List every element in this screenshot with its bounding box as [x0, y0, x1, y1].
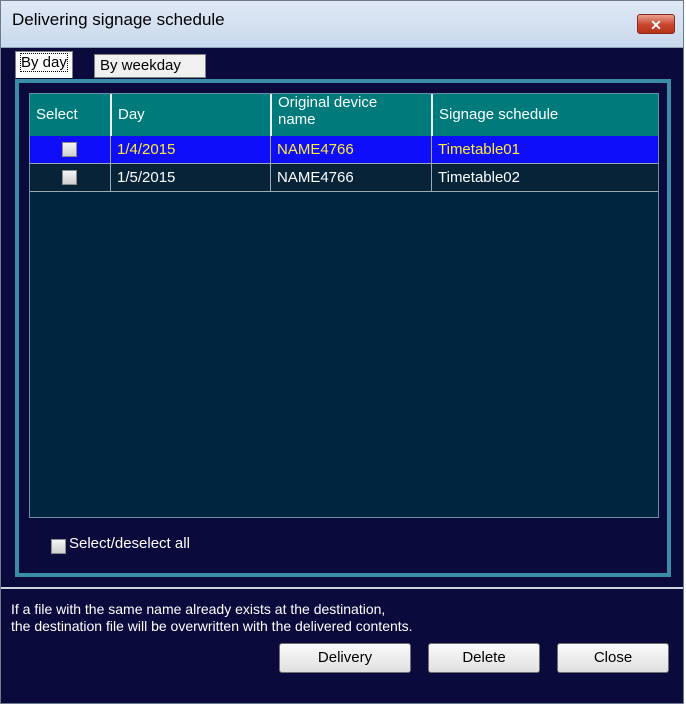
select-cell: [30, 164, 110, 191]
select-all-label[interactable]: Select/deselect all: [69, 535, 190, 552]
tab-by-day[interactable]: By day: [15, 51, 73, 78]
row-checkbox[interactable]: [62, 142, 77, 157]
column-header-day-label: Day: [118, 106, 145, 123]
overwrite-note: If a file with the same name already exi…: [11, 601, 413, 635]
delete-button[interactable]: Delete: [428, 643, 540, 673]
tab-by-day-label: By day: [20, 53, 68, 72]
grid-header: Select Day Original device name Signage …: [30, 94, 658, 137]
tab-by-weekday[interactable]: By weekday: [94, 54, 206, 78]
row-checkbox[interactable]: [62, 170, 77, 185]
signage-schedule-cell: Timetable02: [431, 164, 660, 191]
tab-panel: Select Day Original device name Signage …: [15, 79, 671, 577]
delivery-button[interactable]: Delivery: [279, 643, 411, 673]
divider: [1, 587, 683, 589]
select-cell: [30, 136, 110, 163]
column-header-select[interactable]: Select: [30, 94, 110, 136]
note-line-2: the destination file will be overwritten…: [11, 618, 413, 634]
table-row[interactable]: 1/5/2015 NAME4766 Timetable02: [30, 164, 658, 192]
close-window-button[interactable]: ✕: [637, 14, 675, 34]
column-header-device-name[interactable]: Original device name: [270, 94, 431, 136]
table-row[interactable]: 1/4/2015 NAME4766 Timetable01: [30, 136, 658, 164]
tab-by-weekday-label: By weekday: [100, 57, 181, 74]
signage-schedule-cell: Timetable01: [431, 136, 660, 163]
day-cell: 1/4/2015: [110, 136, 270, 163]
tab-strip: By day By weekday: [1, 48, 683, 79]
dialog-window: Delivering signage schedule ✕ By day By …: [0, 0, 684, 704]
schedule-grid: Select Day Original device name Signage …: [29, 93, 659, 518]
note-line-1: If a file with the same name already exi…: [11, 601, 386, 617]
close-button[interactable]: Close: [557, 643, 669, 673]
column-header-day[interactable]: Day: [110, 94, 270, 136]
select-all-bar: Select/deselect all: [29, 518, 659, 570]
column-header-signage-schedule[interactable]: Signage schedule: [431, 94, 660, 136]
column-header-signage-schedule-label: Signage schedule: [439, 106, 559, 123]
column-header-device-name-label: Original device name: [278, 94, 378, 128]
title-bar: Delivering signage schedule ✕: [1, 1, 683, 48]
select-all-checkbox[interactable]: [51, 539, 66, 554]
column-header-select-label: Select: [36, 106, 78, 123]
device-name-cell: NAME4766: [270, 164, 431, 191]
close-icon: ✕: [650, 17, 662, 33]
device-name-cell: NAME4766: [270, 136, 431, 163]
day-cell: 1/5/2015: [110, 164, 270, 191]
window-title: Delivering signage schedule: [12, 10, 225, 29]
